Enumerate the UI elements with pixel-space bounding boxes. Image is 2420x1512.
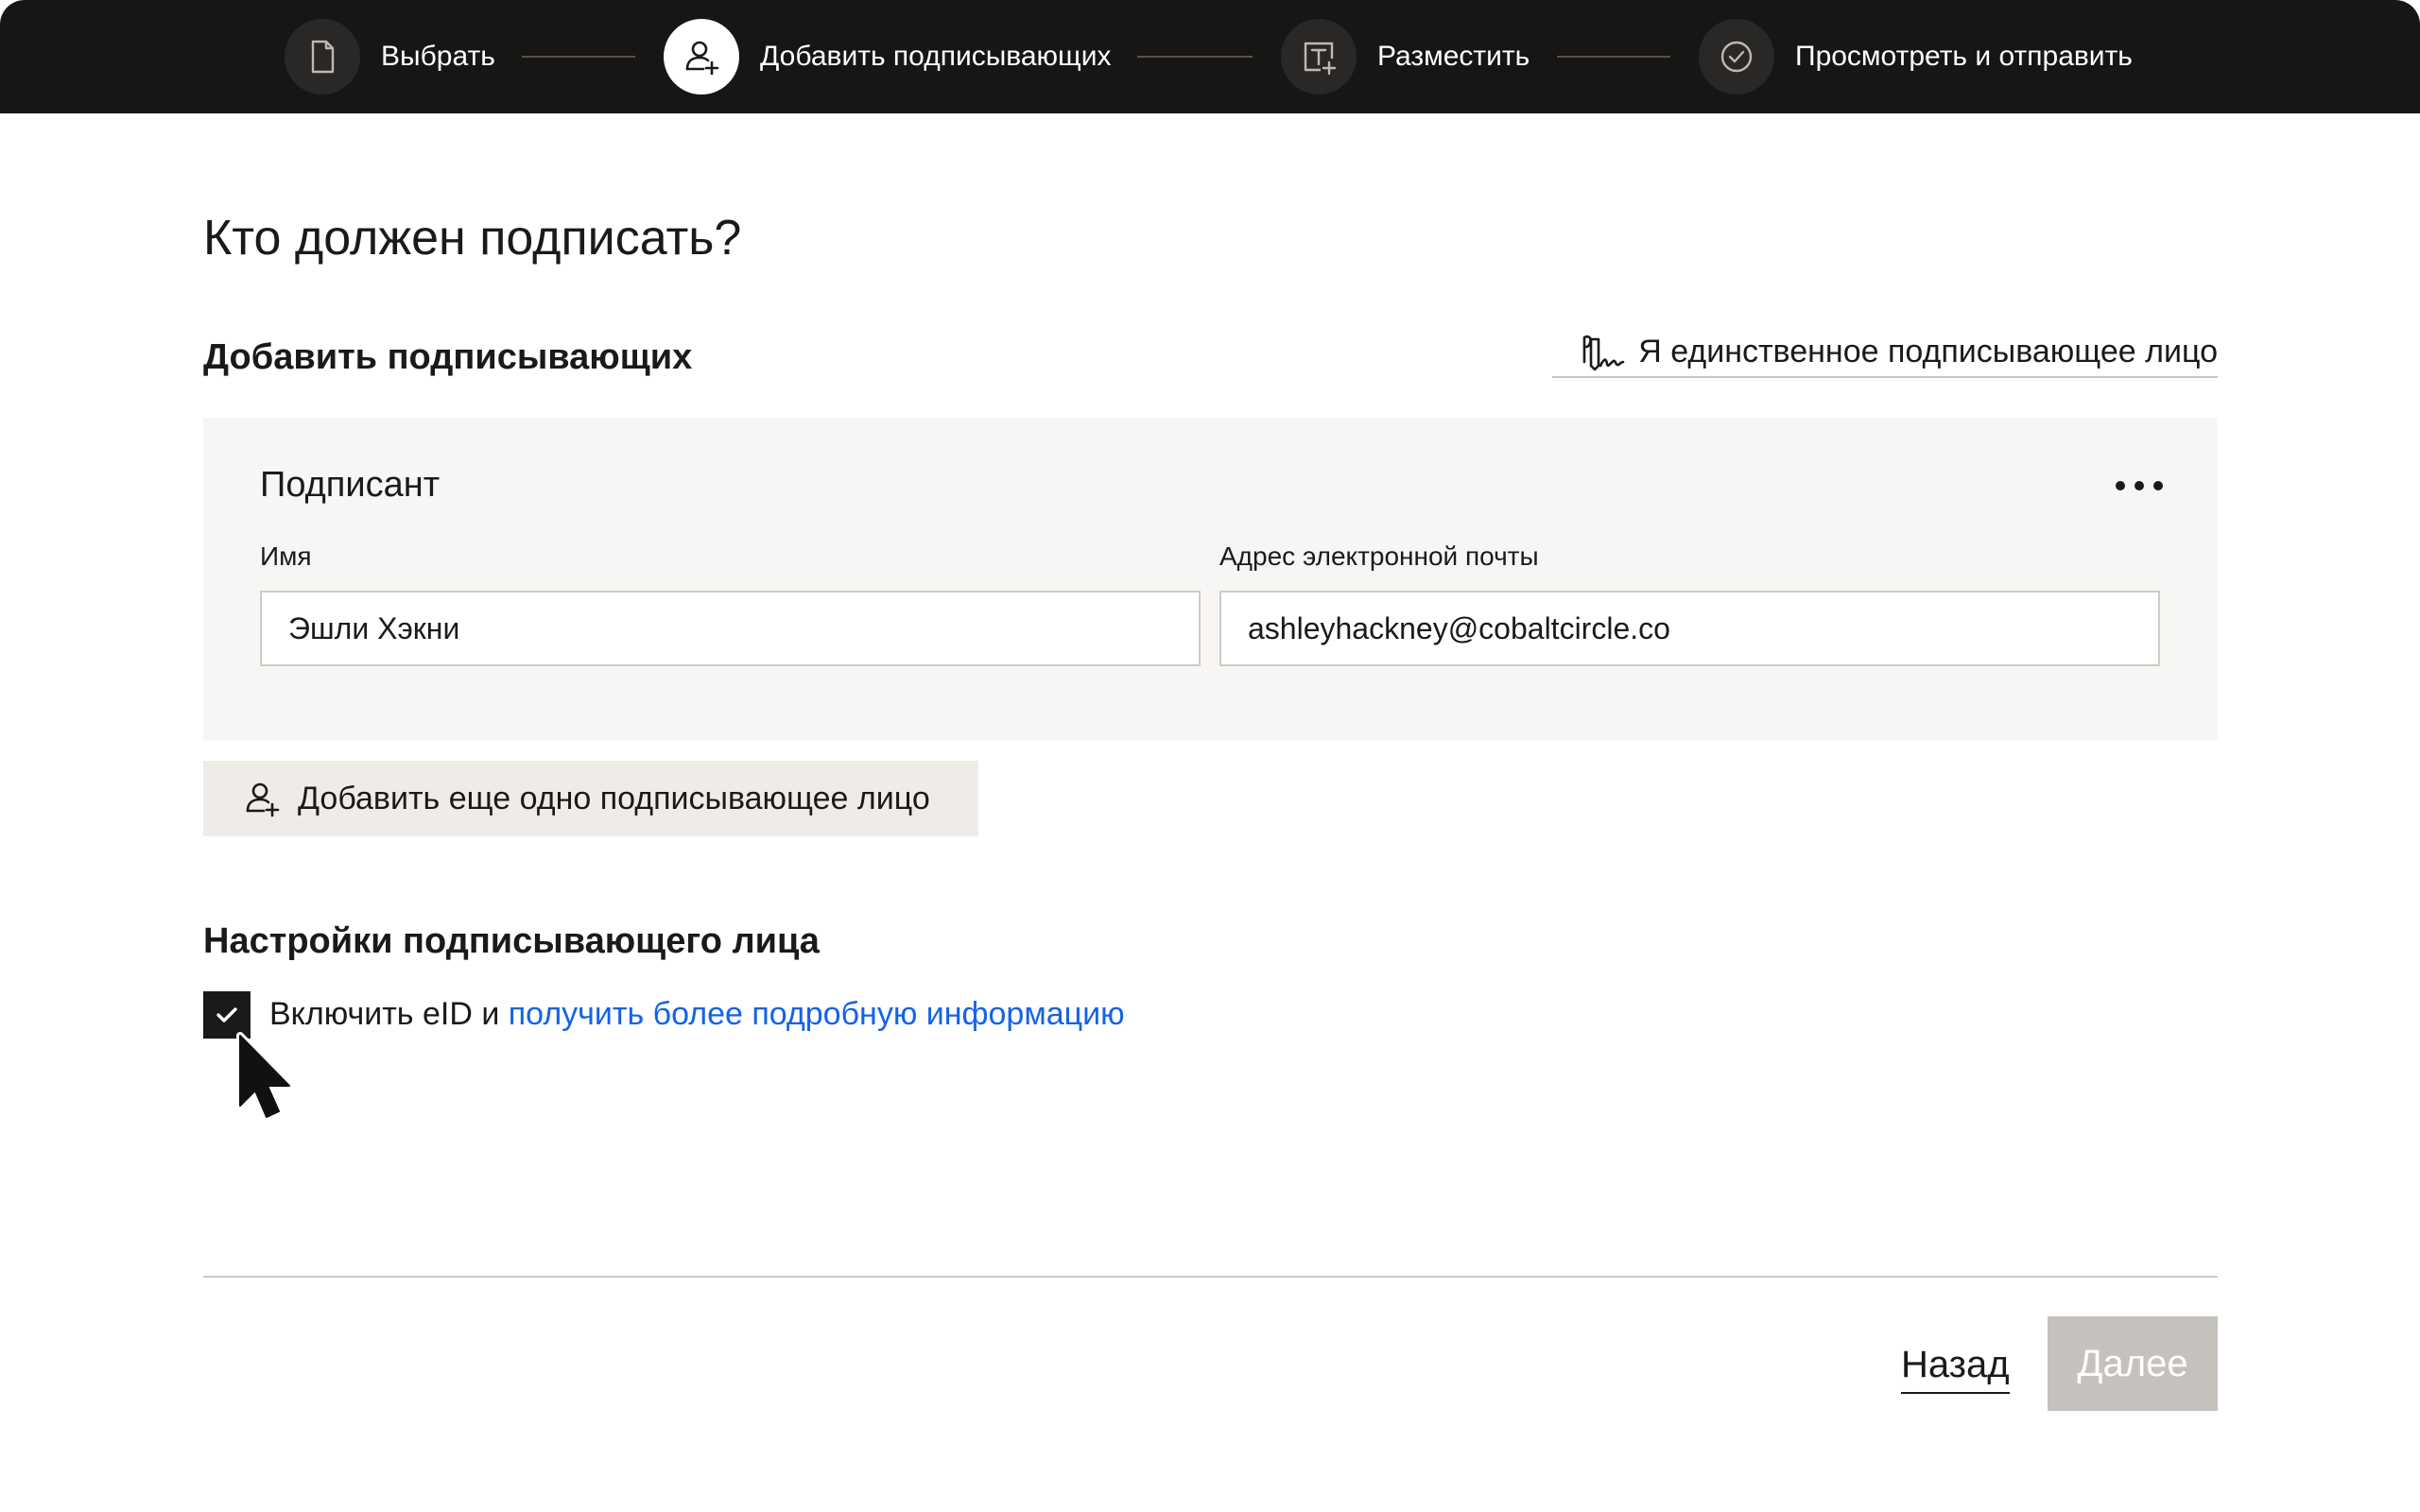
text-field-add-icon [1304,42,1337,76]
email-field-label: Адрес электронной почты [1219,541,1539,571]
page-title: Кто должен подписать? [203,211,742,266]
enable-eid-row: Включить eID и получить более подробную … [269,996,1125,1033]
step-add-signers-label: Добавить подписывающих [760,41,1112,72]
email-field[interactable] [1219,591,2160,666]
step-review-send-circle [1699,19,1774,94]
step-add-signers[interactable]: Добавить подписывающих [664,19,1111,94]
check-circle-icon [1720,41,1753,73]
section-title-add-signers: Добавить подписывающих [203,337,693,377]
eid-more-info-link[interactable]: получить более подробную информацию [509,996,1125,1032]
back-button[interactable]: Назад [1901,1337,2010,1394]
next-button[interactable]: Далее [2048,1316,2218,1411]
step-select-label: Выбрать [381,41,495,72]
add-another-signer-label: Добавить еще одно подписывающее лицо [298,780,930,816]
enable-eid-label: Включить eID и [269,996,509,1032]
step-connector [1137,56,1253,58]
step-select-circle [285,19,360,94]
signer-card: Подписант Имя Адрес электронной почты [203,418,2218,741]
step-connector [522,56,635,58]
signature-icon [1582,335,1625,371]
step-select[interactable]: Выбрать [285,19,495,94]
document-icon [311,40,335,74]
only-signer-label: Я единственное подписывающее лицо [1638,333,2218,369]
step-place-label: Разместить [1377,41,1530,72]
name-field[interactable] [260,591,1201,666]
step-place[interactable]: Разместить [1281,19,1530,94]
more-options-button[interactable] [2116,476,2163,495]
more-horizontal-icon-dot [2135,481,2144,490]
more-horizontal-icon [2116,481,2125,490]
only-signer-button[interactable]: Я единственное подписывающее лицо [1552,327,2218,378]
footer-divider [203,1276,2218,1278]
mouse-pointer-icon [236,1032,293,1121]
stepper-bar: Выбрать Добавить подписывающих Разместит… [0,0,2420,113]
add-user-icon [685,41,719,76]
more-horizontal-icon-dot [2153,481,2163,490]
add-another-signer-button[interactable]: Добавить еще одно подписывающее лицо [203,761,978,836]
step-place-circle [1281,19,1357,94]
step-review-send-label: Просмотреть и отправить [1795,41,2133,72]
signer-card-title: Подписант [260,465,441,505]
step-connector [1557,56,1670,58]
step-add-signers-circle [664,19,739,94]
signer-settings-title: Настройки подписывающего лица [203,921,820,961]
checkmark-icon [216,1007,237,1022]
add-user-icon [246,782,280,817]
step-review-send[interactable]: Просмотреть и отправить [1699,19,2133,94]
name-field-label: Имя [260,541,312,571]
